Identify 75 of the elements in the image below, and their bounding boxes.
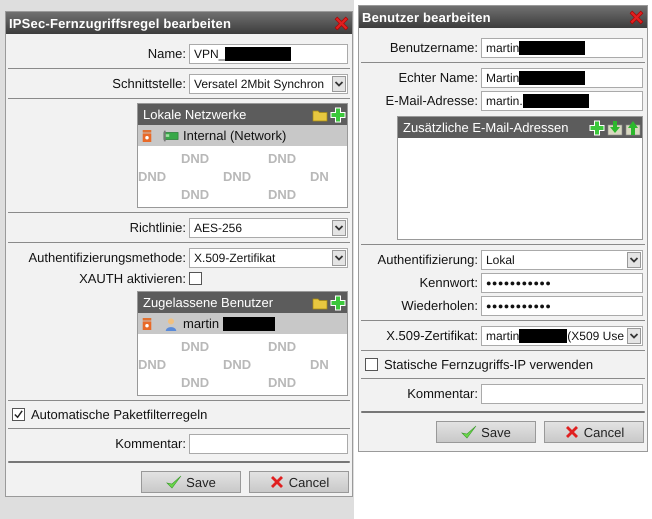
password-field[interactable]: ●●●●●●●●●●● (481, 296, 643, 316)
panel-title: Zugelassene Benutzer (143, 295, 274, 310)
input-field[interactable]: martin. (481, 90, 643, 110)
field-label: Name: (146, 46, 186, 61)
add-icon[interactable] (589, 120, 605, 136)
field-label: Kommentar: (406, 386, 478, 401)
field-label: Echter Name: (398, 70, 478, 85)
checkbox-label: Statische Fernzugriffs-IP verwenden (384, 357, 594, 372)
list-item[interactable]: Internal (Network) (138, 125, 347, 146)
add-icon[interactable] (330, 294, 346, 310)
chevron-down-icon (332, 250, 346, 266)
dialog-title: IPSec-Fernzugriffsregel bearbeiten (9, 16, 232, 30)
checkbox[interactable] (189, 272, 202, 284)
drop-hint: DND (268, 187, 296, 202)
checkbox[interactable] (12, 408, 25, 421)
input-field[interactable]: Martin (481, 68, 643, 88)
drop-hint: DND (268, 339, 296, 354)
field-label: Authentifizierung: (376, 252, 478, 267)
drop-hint: DND (181, 151, 210, 166)
list-item[interactable]: martin (138, 313, 347, 334)
add-icon[interactable] (330, 106, 346, 122)
dropdown[interactable]: Versatel 2Mbit Synchron (189, 74, 348, 94)
drop-hint: DND (223, 357, 252, 372)
drop-hint: DND (181, 375, 210, 390)
check-icon (166, 474, 182, 490)
drop-hint: DND (223, 169, 252, 184)
cancel-button[interactable]: Cancel (544, 421, 644, 443)
field-label: XAUTH aktivieren: (78, 270, 186, 286)
field-label: Wiederholen: (400, 298, 478, 313)
field-label: E-Mail-Adresse: (384, 93, 478, 108)
drop-hint: DND (138, 169, 166, 184)
user-icon (163, 316, 179, 330)
chevron-down-icon (332, 220, 346, 236)
field-label: Schnittstelle: (111, 76, 186, 91)
input-field[interactable]: VPN_ (189, 44, 348, 64)
dropdown[interactable]: martin (X509 Use (481, 326, 643, 346)
drop-hint: DND (181, 339, 210, 354)
field-label: Richtlinie: (128, 220, 186, 235)
chevron-down-icon (332, 76, 346, 92)
field-label: Kommentar: (114, 436, 186, 451)
chevron-down-icon (627, 328, 641, 344)
password-field[interactable]: ●●●●●●●●●●● (481, 272, 643, 292)
cancel-button[interactable]: Cancel (249, 471, 349, 493)
checkbox[interactable] (365, 358, 378, 371)
input-field[interactable] (481, 384, 643, 404)
drop-hint: DN (310, 357, 329, 372)
checkbox-label: Automatische Paketfilterregeln (31, 407, 208, 422)
drop-hint: DND (268, 375, 296, 390)
input-field[interactable]: martin (481, 38, 643, 58)
drop-hint: DND (268, 151, 296, 166)
save-button[interactable]: Save (436, 421, 536, 443)
network-card-icon (163, 128, 179, 142)
panel-title: Lokale Netzwerke (143, 107, 246, 122)
field-label: Benutzername: (388, 40, 478, 55)
dialog-title: Benutzer bearbeiten (362, 10, 491, 24)
field-label: Authentifizierungsmethode: (27, 250, 186, 265)
arrow-up-icon[interactable] (625, 120, 641, 136)
field-label: Kennwort: (418, 275, 478, 290)
dropdown[interactable]: X.509-Zertifikat (189, 248, 348, 268)
panel-title: Zusätzliche E-Mail-Adressen (403, 120, 568, 135)
save-button[interactable]: Save (141, 471, 241, 493)
field-label: X.509-Zertifikat: (385, 328, 478, 343)
drop-hint: DN (310, 169, 329, 184)
check-icon (461, 424, 478, 440)
drop-hint: DND (138, 357, 166, 372)
input-field[interactable] (189, 434, 348, 454)
cross-icon (564, 424, 580, 440)
delete-icon[interactable] (141, 316, 153, 330)
chevron-down-icon (627, 252, 641, 268)
drop-hint: DND (181, 187, 210, 202)
cross-icon (268, 474, 285, 490)
arrow-down-icon[interactable] (607, 120, 623, 136)
dropdown[interactable]: Lokal (481, 250, 643, 270)
delete-icon[interactable] (141, 128, 153, 142)
dropdown[interactable]: AES-256 (189, 218, 348, 238)
